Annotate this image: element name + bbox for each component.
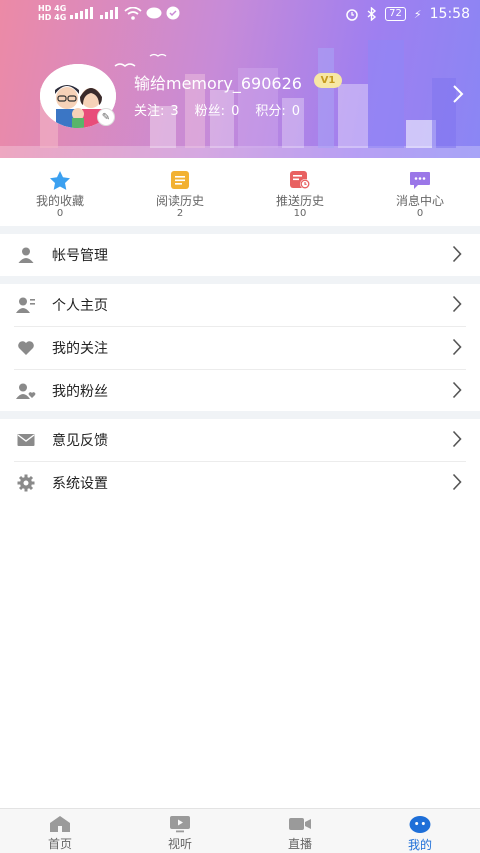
quick-action-reading-history[interactable]: 阅读历史 2 — [120, 158, 240, 226]
level-badge: V1 — [314, 73, 342, 88]
message-icon — [410, 172, 430, 189]
quick-action-messages[interactable]: 消息中心 0 — [360, 158, 480, 226]
chevron-right-icon — [452, 473, 462, 491]
section-gap — [0, 226, 480, 234]
signal-icon-2 — [100, 7, 119, 19]
mail-icon — [16, 430, 36, 450]
status-time: 15:58 — [429, 6, 470, 22]
quick-actions-row: 我的收藏 0 阅读历史 2 推送历史 10 消息中心 0 — [0, 158, 480, 226]
nav-live[interactable]: 直播 — [240, 809, 360, 853]
charging-icon: ⚡ — [413, 7, 422, 21]
profile-chevron-right-icon[interactable] — [452, 84, 464, 104]
chevron-right-icon — [452, 381, 462, 399]
quick-action-favorites[interactable]: 我的收藏 0 — [0, 158, 120, 226]
chat-notification-icon — [146, 7, 162, 18]
video-icon — [170, 816, 190, 833]
mine-icon — [409, 815, 431, 834]
user-icon — [16, 245, 36, 265]
stat-following[interactable]: 关注: 3 — [134, 100, 179, 119]
profile-header: HD 4G HD 4G 72 ⚡ 15:58 ✎ 输给memory_690626… — [0, 0, 480, 158]
chevron-right-icon — [452, 338, 462, 356]
app-notification-icon — [166, 6, 180, 20]
gear-icon — [16, 473, 36, 493]
push-history-icon — [290, 171, 310, 189]
profile-stats: 关注: 3 粉丝: 0 积分: 0 — [134, 100, 300, 119]
live-camera-icon — [289, 818, 311, 830]
user-card-icon — [16, 295, 36, 315]
section-gap — [0, 411, 480, 419]
wifi-icon — [124, 6, 142, 20]
username[interactable]: 输给memory_690626 — [134, 70, 302, 94]
menu-item-system-settings[interactable]: 系统设置 — [0, 462, 480, 504]
section-gap — [0, 276, 480, 284]
stat-points[interactable]: 积分: 0 — [255, 100, 300, 119]
signal-indicators: HD 4G HD 4G — [38, 4, 67, 22]
stat-fans[interactable]: 粉丝: 0 — [195, 100, 240, 119]
menu-item-account-management[interactable]: 帐号管理 — [0, 234, 480, 276]
menu-item-my-following[interactable]: 我的关注 — [0, 327, 480, 369]
nav-mine[interactable]: 我的 — [360, 809, 480, 853]
star-icon — [50, 171, 70, 190]
menu-item-feedback[interactable]: 意见反馈 — [0, 419, 480, 461]
heart-icon — [16, 338, 36, 358]
nav-video[interactable]: 视听 — [120, 809, 240, 853]
bottom-navigation: 首页 视听 直播 我的 — [0, 808, 480, 853]
menu-item-personal-homepage[interactable]: 个人主页 — [0, 284, 480, 326]
user-heart-icon — [16, 381, 36, 401]
alarm-icon — [346, 9, 358, 21]
status-bar: HD 4G HD 4G 72 ⚡ 15:58 — [0, 0, 480, 30]
chevron-right-icon — [452, 245, 462, 263]
nav-home[interactable]: 首页 — [0, 809, 120, 853]
reading-history-icon — [171, 171, 189, 189]
quick-action-push-history[interactable]: 推送历史 10 — [240, 158, 360, 226]
home-icon — [50, 816, 70, 832]
battery-indicator: 72 — [385, 7, 406, 21]
bluetooth-icon — [367, 7, 377, 21]
chevron-right-icon — [452, 295, 462, 313]
edit-avatar-icon[interactable]: ✎ — [97, 108, 115, 126]
menu-item-my-fans[interactable]: 我的粉丝 — [0, 370, 480, 412]
chevron-right-icon — [452, 430, 462, 448]
signal-icon — [70, 7, 94, 19]
